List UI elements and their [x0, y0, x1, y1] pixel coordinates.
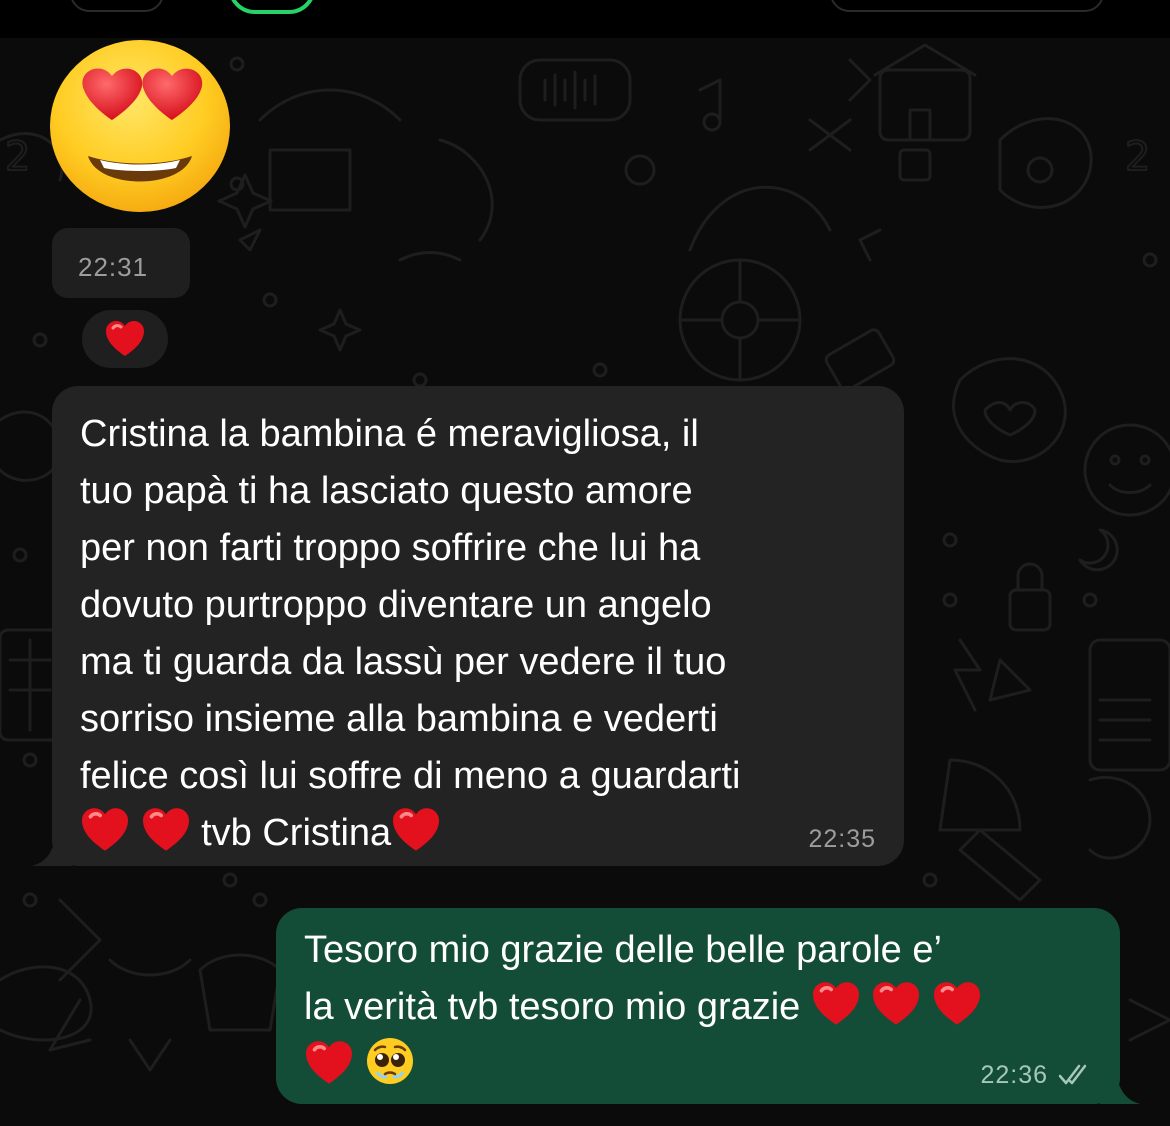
- sticker-time: 22:31: [78, 252, 149, 282]
- message-line: felice così lui soffre di meno a guardar…: [80, 755, 741, 797]
- double-check-read-icon: [1058, 1064, 1087, 1085]
- red-heart-icon: [142, 808, 189, 851]
- top-bar: [0, 0, 1170, 38]
- incoming-message-text: Cristina la bambina é meravigliosa, il t…: [80, 406, 890, 862]
- heart-eyes-emoji-icon[interactable]: [48, 38, 232, 214]
- red-heart-icon: [873, 982, 920, 1025]
- message-line: la verità tvb tesoro mio grazie: [304, 986, 811, 1028]
- top-right-control[interactable]: [830, 0, 1104, 12]
- incoming-message-bubble[interactable]: Cristina la bambina é meravigliosa, il t…: [32, 386, 904, 866]
- red-heart-icon: [934, 982, 981, 1025]
- bubble-tail: [1100, 1070, 1140, 1104]
- message-line: sorriso insieme alla bambina e vederti: [80, 698, 718, 740]
- red-heart-icon: [82, 808, 128, 851]
- svg-text:2: 2: [1125, 134, 1150, 180]
- status-ring-icon[interactable]: [228, 0, 316, 14]
- outgoing-message-time: 22:36: [980, 1061, 1048, 1089]
- message-line: Cristina la bambina é meravigliosa, il: [80, 413, 699, 455]
- bubble-tail: [32, 832, 72, 866]
- message-line: dovuto purtroppo diventare un angelo: [80, 584, 712, 626]
- red-heart-icon: [306, 1041, 352, 1084]
- red-heart-icon: [106, 321, 144, 356]
- message-line: Tesoro mio grazie delle belle parole e’: [304, 929, 942, 971]
- message-line: ma ti guarda da lassù per vedere il tuo: [80, 641, 727, 683]
- pleading-face-emoji-icon: [366, 1038, 413, 1084]
- red-heart-icon: [812, 982, 859, 1025]
- message-reaction[interactable]: [82, 310, 168, 368]
- outgoing-message-bubble[interactable]: Tesoro mio grazie delle belle parole e’ …: [276, 908, 1140, 1104]
- incoming-message-time: 22:35: [808, 825, 876, 853]
- message-line: per non farti troppo soffrire che lui ha: [80, 527, 701, 569]
- svg-text:2: 2: [5, 134, 30, 180]
- red-heart-icon: [393, 808, 440, 851]
- top-left-control[interactable]: [70, 0, 164, 12]
- closing-text: tvb Cristina: [190, 812, 392, 854]
- chat-screen: 2 2 22:31 Cristina la bambina é meravigl…: [0, 0, 1170, 1126]
- sticker-timestamp: 22:31: [52, 228, 190, 298]
- message-line: tuo papà ti ha lasciato questo amore: [80, 470, 693, 512]
